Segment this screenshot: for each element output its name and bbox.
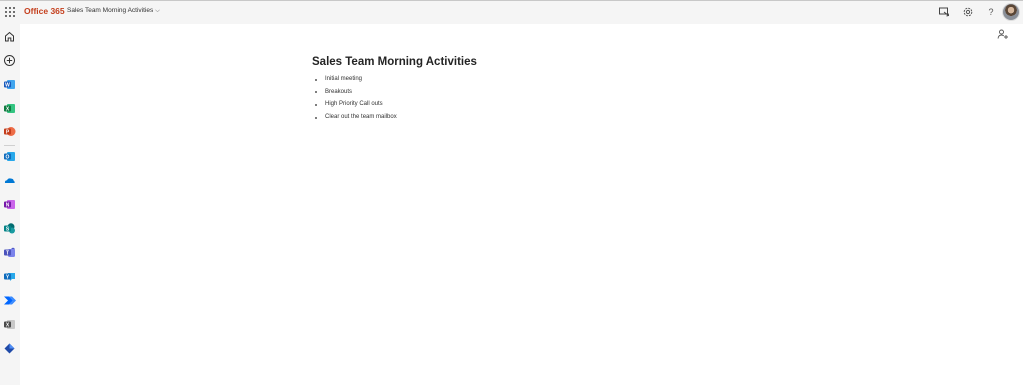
power-automate-icon[interactable] — [3, 294, 16, 307]
svg-text:N: N — [6, 203, 10, 209]
avatar[interactable] — [1002, 3, 1020, 21]
chevron-down-icon: ⌵ — [155, 8, 160, 14]
list-item[interactable]: Clear out the team mailbox — [312, 111, 477, 124]
svg-text:T: T — [6, 251, 9, 257]
document-title-label: Sales Team Morning Activities — [67, 7, 154, 14]
present-icon[interactable] — [938, 6, 950, 18]
list-item[interactable]: Breakouts — [312, 86, 477, 99]
home-icon[interactable] — [3, 30, 16, 43]
word-icon[interactable]: W — [3, 78, 16, 91]
defender-icon[interactable] — [3, 342, 16, 355]
list-item[interactable]: Initial meeting — [312, 73, 477, 86]
teams-icon[interactable]: T — [3, 246, 16, 259]
document-canvas: Sales Team Morning Activities Initial me… — [20, 24, 1023, 385]
excel-icon[interactable]: X — [3, 102, 16, 115]
settings-icon[interactable] — [962, 6, 974, 18]
svg-text:W: W — [5, 83, 10, 89]
app-launcher-icon[interactable] — [5, 7, 15, 17]
app-rail: W X P O N S T Y X — [0, 24, 20, 385]
powerpoint-icon[interactable]: P — [3, 125, 16, 138]
viva-engage-icon[interactable]: Y — [3, 270, 16, 283]
svg-text:O: O — [6, 155, 10, 161]
rail-divider — [4, 145, 15, 146]
page-title[interactable]: Sales Team Morning Activities — [312, 56, 477, 68]
onedrive-icon[interactable] — [3, 174, 16, 187]
document-content: Sales Team Morning Activities Initial me… — [312, 56, 477, 124]
app-name-link[interactable]: Office 365 — [24, 6, 65, 16]
outlook-icon[interactable]: O — [3, 150, 16, 163]
create-icon[interactable] — [3, 54, 16, 67]
onenote-icon[interactable]: N — [3, 198, 16, 211]
sharepoint-icon[interactable]: S — [3, 222, 16, 235]
share-icon[interactable] — [997, 28, 1009, 40]
top-bar: Office 365 Sales Team Morning Activities… — [0, 0, 1023, 24]
help-icon[interactable]: ? — [985, 6, 997, 18]
sway-icon[interactable]: X — [3, 318, 16, 331]
list-item[interactable]: High Priority Call outs — [312, 98, 477, 111]
bullet-list: Initial meeting Breakouts High Priority … — [312, 73, 477, 124]
document-title-dropdown[interactable]: Sales Team Morning Activities ⌵ — [67, 7, 160, 15]
